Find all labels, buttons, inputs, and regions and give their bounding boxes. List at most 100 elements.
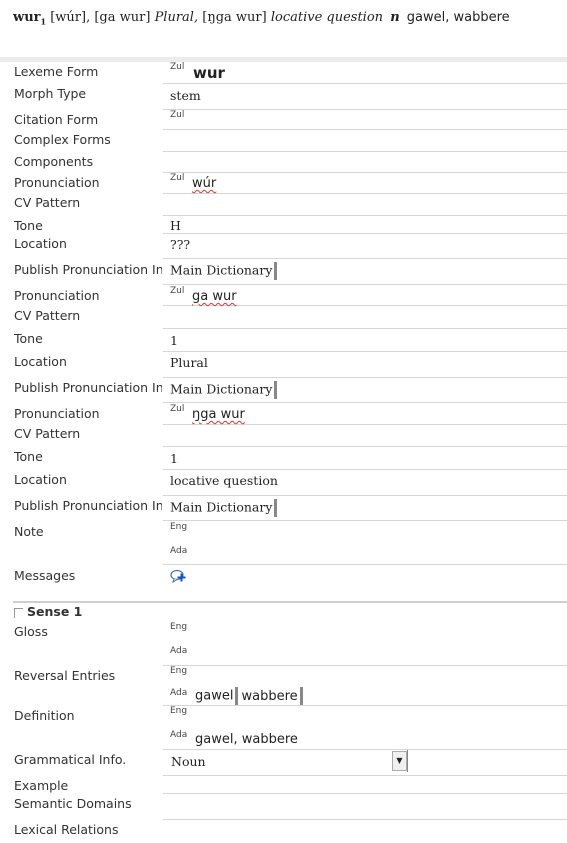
label-lexeme-form: Lexeme Form [14, 64, 99, 79]
morph-type-field[interactable]: stem [163, 84, 567, 110]
pronunciation-2-label: Plural, [154, 10, 199, 25]
lexeme-form-field[interactable]: Zul wur [163, 62, 567, 84]
label-pronunciation: Pronunciation [14, 175, 100, 190]
publish-pronunciation-3-field[interactable]: Main Dictionary [163, 496, 567, 521]
citation-form-field[interactable]: Zul [163, 110, 567, 130]
label-publish-pronunciation: Publish Pronunciation In [14, 498, 162, 513]
tone-3-field[interactable]: 1 [163, 447, 567, 470]
pronunciation-3-value[interactable]: ŋga wur [192, 407, 245, 422]
pronunciation-3-label: locative question [270, 10, 384, 25]
label-location: Location [14, 236, 67, 251]
location-1-value[interactable]: ??? [170, 237, 190, 252]
part-of-speech: n [390, 10, 400, 25]
label-reversal-entries: Reversal Entries [14, 668, 116, 683]
pronunciation-2-field[interactable]: Zul ga wur [163, 285, 567, 306]
ws-eng: Eng [170, 622, 188, 632]
tone-1-field[interactable]: H [163, 216, 567, 234]
gloss-summary: gawel, wabbere [406, 10, 510, 25]
label-publish-pronunciation: Publish Pronunciation In [14, 380, 162, 395]
cv-pattern-1-field[interactable] [163, 194, 567, 216]
ws-zul: Zul [170, 404, 185, 414]
label-citation-form: Citation Form [14, 112, 99, 127]
grammatical-info-row [163, 750, 567, 776]
chip-separator [274, 262, 278, 280]
cv-pattern-2-field[interactable] [163, 306, 567, 329]
label-cv-pattern: CV Pattern [14, 195, 81, 210]
label-morph-type: Morph Type [14, 86, 87, 101]
location-1-field[interactable]: ??? [163, 234, 567, 259]
tone-3-value[interactable]: 1 [170, 451, 178, 466]
ws-ada: Ada [170, 646, 188, 656]
semantic-domains-field[interactable] [163, 794, 567, 820]
pronunciation-2: [ga wur] [94, 10, 151, 25]
complex-forms-field[interactable] [163, 130, 567, 152]
definition-field[interactable]: Eng Ada gawel, wabbere [163, 706, 567, 750]
chip-separator [299, 687, 303, 705]
location-2-value[interactable]: Plural [170, 355, 208, 370]
pronunciation-3: [ŋga wur] [202, 10, 267, 25]
publish-1-value[interactable]: Main Dictionary [170, 262, 278, 280]
label-tone: Tone [14, 449, 43, 464]
sense-separator [13, 601, 567, 603]
publish-pronunciation-1-field[interactable]: Main Dictionary [163, 259, 567, 285]
ws-ada: Ada [170, 730, 188, 740]
label-publish-pronunciation: Publish Pronunciation In [14, 262, 162, 277]
label-note: Note [14, 524, 44, 539]
label-cv-pattern: CV Pattern [14, 426, 81, 441]
ws-zul: Zul [170, 62, 185, 72]
label-cv-pattern: CV Pattern [14, 308, 81, 323]
chip-separator [274, 381, 278, 399]
ws-eng: Eng [170, 522, 188, 532]
reversal-entries-value[interactable]: gawel wabbere [195, 687, 303, 705]
label-definition: Definition [14, 708, 75, 723]
note-field[interactable]: Eng Ada [163, 521, 567, 565]
pronunciation-1-field[interactable]: Zul wúr [163, 173, 567, 194]
entry-preview-line: wur1 [wúr], [ga wur] Plural, [ŋga wur] l… [13, 10, 510, 27]
cv-pattern-3-field[interactable] [163, 425, 567, 447]
ws-eng: Eng [170, 706, 188, 716]
tone-2-value[interactable]: 1 [170, 333, 178, 348]
label-pronunciation: Pronunciation [14, 288, 100, 303]
entry-preview-header: wur1 [wúr], [ga wur] Plural, [ŋga wur] l… [0, 0, 567, 60]
sense-heading[interactable]: Sense 1 [14, 604, 82, 619]
label-gloss: Gloss [14, 624, 48, 639]
label-components: Components [14, 154, 94, 169]
label-location: Location [14, 354, 67, 369]
headword: wur1 [13, 10, 47, 27]
components-field[interactable] [163, 152, 567, 173]
morph-type-value[interactable]: stem [170, 88, 201, 103]
tone-1-value[interactable]: H [170, 218, 181, 233]
label-lexical-relations: Lexical Relations [14, 822, 119, 837]
label-location: Location [14, 472, 67, 487]
collapse-tree-icon[interactable] [14, 607, 23, 618]
ws-ada: Ada [170, 688, 188, 698]
add-message-icon[interactable] [170, 569, 187, 583]
pronunciation-1: [wúr], [50, 10, 91, 25]
publish-3-value[interactable]: Main Dictionary [170, 499, 278, 517]
pronunciation-3-field[interactable]: Zul ŋga wur [163, 403, 567, 425]
location-3-field[interactable]: locative question [163, 470, 567, 496]
tone-2-field[interactable]: 1 [163, 329, 567, 352]
ws-ada: Ada [170, 546, 188, 556]
definition-value[interactable]: gawel, wabbere [195, 732, 298, 747]
gloss-field[interactable]: Eng Ada [163, 621, 567, 666]
label-tone: Tone [14, 218, 43, 233]
label-example: Example [14, 778, 69, 793]
reversal-entries-field[interactable]: Eng Ada gawel wabbere [163, 666, 567, 706]
pronunciation-1-value[interactable]: wúr [192, 176, 216, 191]
label-pronunciation: Pronunciation [14, 406, 100, 421]
label-tone: Tone [14, 331, 43, 346]
label-messages: Messages [14, 568, 76, 583]
chip-separator [274, 499, 278, 517]
location-3-value[interactable]: locative question [170, 473, 278, 488]
lexeme-form-value[interactable]: wur [193, 64, 225, 82]
example-field[interactable] [163, 776, 567, 794]
publish-2-value[interactable]: Main Dictionary [170, 381, 278, 399]
pronunciation-2-value[interactable]: ga wur [192, 289, 237, 304]
ws-zul: Zul [170, 110, 185, 120]
label-grammatical-info: Grammatical Info. [14, 752, 127, 767]
label-complex-forms: Complex Forms [14, 132, 111, 147]
publish-pronunciation-2-field[interactable]: Main Dictionary [163, 378, 567, 403]
location-2-field[interactable]: Plural [163, 352, 567, 378]
ws-zul: Zul [170, 286, 185, 296]
